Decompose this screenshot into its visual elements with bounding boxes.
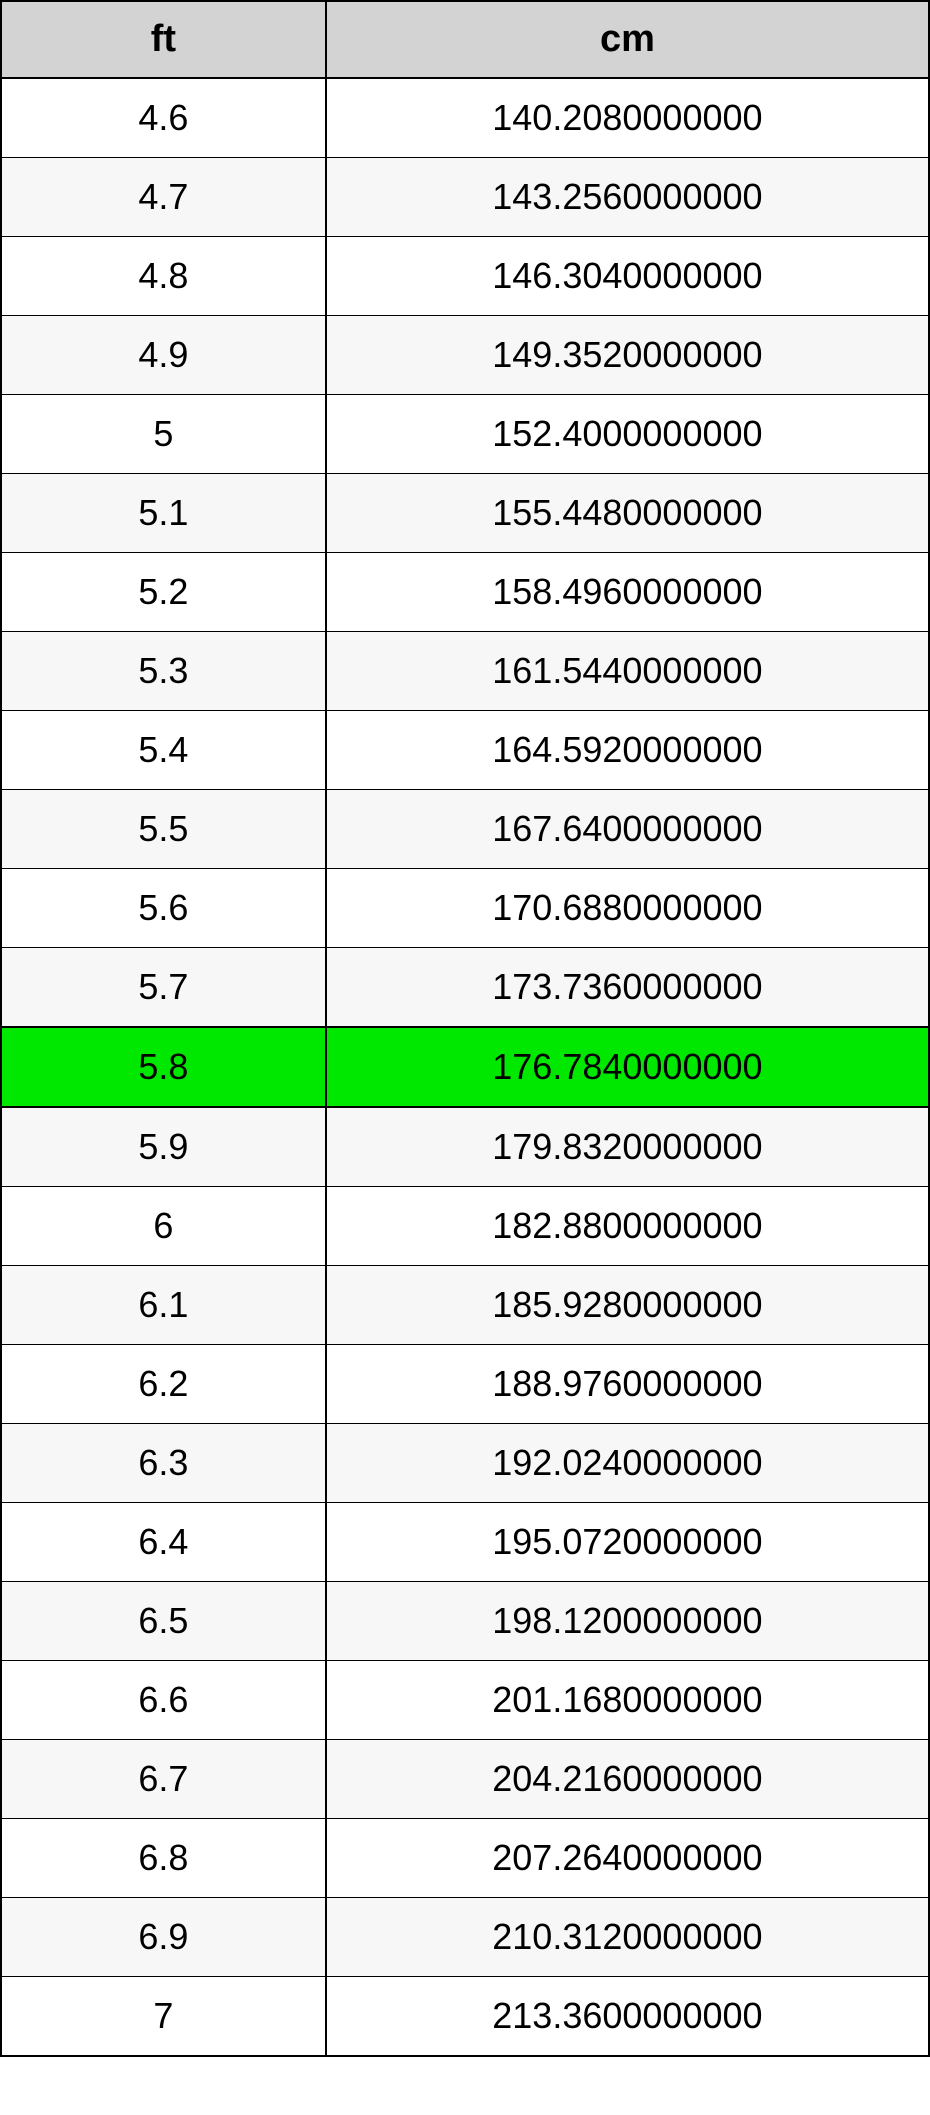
table-row: 5.7173.7360000000	[1, 948, 929, 1028]
table-row: 6.7204.2160000000	[1, 1740, 929, 1819]
table-row: 5.8176.7840000000	[1, 1027, 929, 1107]
cell-cm: 198.1200000000	[326, 1582, 929, 1661]
table-row: 6.4195.0720000000	[1, 1503, 929, 1582]
cell-cm: 146.3040000000	[326, 237, 929, 316]
table-body: 4.6140.20800000004.7143.25600000004.8146…	[1, 78, 929, 2056]
table-row: 5152.4000000000	[1, 395, 929, 474]
table-row: 5.3161.5440000000	[1, 632, 929, 711]
cell-cm: 204.2160000000	[326, 1740, 929, 1819]
table-row: 5.9179.8320000000	[1, 1107, 929, 1187]
cell-cm: 164.5920000000	[326, 711, 929, 790]
cell-cm: 173.7360000000	[326, 948, 929, 1028]
table-row: 4.7143.2560000000	[1, 158, 929, 237]
cell-ft: 6.2	[1, 1345, 326, 1424]
table-row: 5.1155.4480000000	[1, 474, 929, 553]
cell-cm: 161.5440000000	[326, 632, 929, 711]
cell-ft: 5	[1, 395, 326, 474]
cell-cm: 149.3520000000	[326, 316, 929, 395]
table-row: 5.6170.6880000000	[1, 869, 929, 948]
cell-cm: 188.9760000000	[326, 1345, 929, 1424]
cell-cm: 155.4480000000	[326, 474, 929, 553]
cell-ft: 6.6	[1, 1661, 326, 1740]
cell-ft: 5.1	[1, 474, 326, 553]
table-row: 7213.3600000000	[1, 1977, 929, 2057]
cell-cm: 167.6400000000	[326, 790, 929, 869]
cell-ft: 6.5	[1, 1582, 326, 1661]
cell-ft: 5.7	[1, 948, 326, 1028]
cell-ft: 4.7	[1, 158, 326, 237]
column-header-ft: ft	[1, 1, 326, 78]
cell-ft: 4.9	[1, 316, 326, 395]
cell-ft: 5.8	[1, 1027, 326, 1107]
cell-ft: 6.7	[1, 1740, 326, 1819]
cell-cm: 143.2560000000	[326, 158, 929, 237]
cell-cm: 210.3120000000	[326, 1898, 929, 1977]
cell-ft: 5.4	[1, 711, 326, 790]
cell-ft: 5.6	[1, 869, 326, 948]
cell-cm: 201.1680000000	[326, 1661, 929, 1740]
cell-ft: 6.4	[1, 1503, 326, 1582]
cell-cm: 170.6880000000	[326, 869, 929, 948]
table-row: 5.4164.5920000000	[1, 711, 929, 790]
cell-cm: 213.3600000000	[326, 1977, 929, 2057]
cell-cm: 176.7840000000	[326, 1027, 929, 1107]
table-row: 4.8146.3040000000	[1, 237, 929, 316]
table-header-row: ft cm	[1, 1, 929, 78]
cell-ft: 7	[1, 1977, 326, 2057]
table-row: 6.9210.3120000000	[1, 1898, 929, 1977]
cell-ft: 5.5	[1, 790, 326, 869]
cell-ft: 6.9	[1, 1898, 326, 1977]
table-row: 6.5198.1200000000	[1, 1582, 929, 1661]
conversion-table: ft cm 4.6140.20800000004.7143.2560000000…	[0, 0, 930, 2057]
table-row: 5.2158.4960000000	[1, 553, 929, 632]
cell-cm: 195.0720000000	[326, 1503, 929, 1582]
cell-cm: 182.8800000000	[326, 1187, 929, 1266]
table-row: 4.6140.2080000000	[1, 78, 929, 158]
cell-ft: 4.6	[1, 78, 326, 158]
cell-ft: 5.3	[1, 632, 326, 711]
cell-cm: 192.0240000000	[326, 1424, 929, 1503]
cell-cm: 179.8320000000	[326, 1107, 929, 1187]
table-row: 6.6201.1680000000	[1, 1661, 929, 1740]
cell-ft: 5.2	[1, 553, 326, 632]
table-row: 6.1185.9280000000	[1, 1266, 929, 1345]
cell-ft: 6.8	[1, 1819, 326, 1898]
table-row: 4.9149.3520000000	[1, 316, 929, 395]
table-row: 6.3192.0240000000	[1, 1424, 929, 1503]
cell-cm: 158.4960000000	[326, 553, 929, 632]
table-row: 5.5167.6400000000	[1, 790, 929, 869]
table-row: 6.8207.2640000000	[1, 1819, 929, 1898]
cell-ft: 6.3	[1, 1424, 326, 1503]
cell-cm: 207.2640000000	[326, 1819, 929, 1898]
cell-cm: 152.4000000000	[326, 395, 929, 474]
column-header-cm: cm	[326, 1, 929, 78]
cell-ft: 6.1	[1, 1266, 326, 1345]
table-row: 6.2188.9760000000	[1, 1345, 929, 1424]
cell-ft: 6	[1, 1187, 326, 1266]
cell-ft: 4.8	[1, 237, 326, 316]
cell-cm: 185.9280000000	[326, 1266, 929, 1345]
cell-ft: 5.9	[1, 1107, 326, 1187]
table-row: 6182.8800000000	[1, 1187, 929, 1266]
cell-cm: 140.2080000000	[326, 78, 929, 158]
